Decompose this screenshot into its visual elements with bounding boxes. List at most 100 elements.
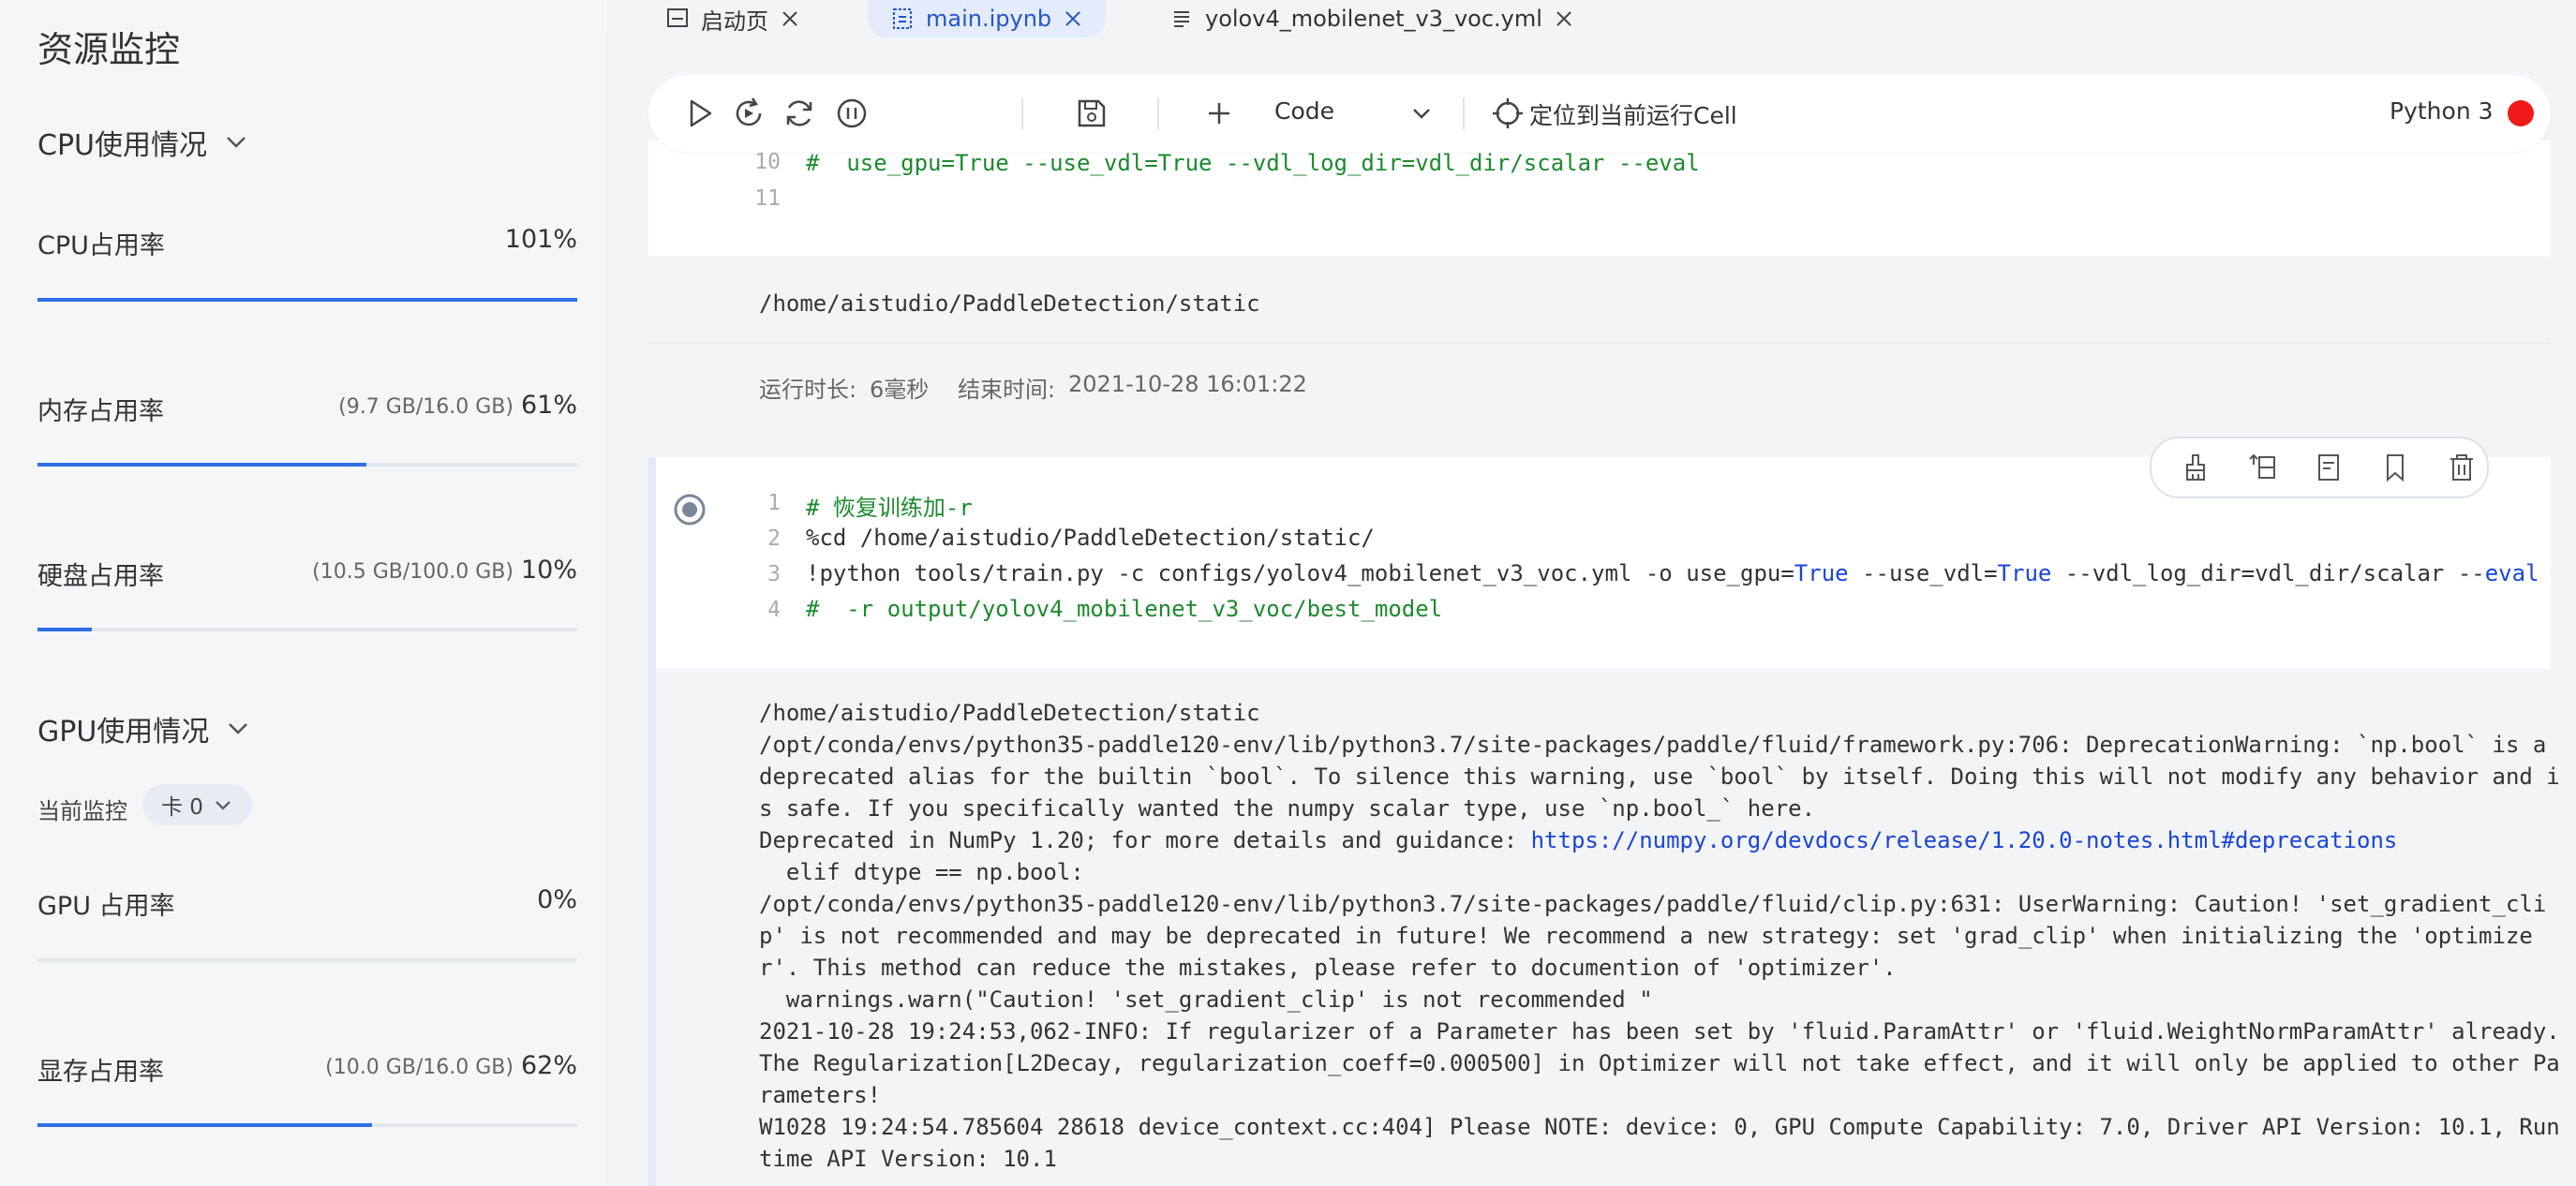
output-line: r'. This method can reduce the mistakes,… [759,955,1897,981]
code-keyword: True [1997,560,2052,586]
line-number: 3 [767,562,781,586]
current-monitor-label: 当前监控 [37,798,127,824]
output-line: W1028 19:24:54.785604 28618 device_conte… [759,1114,2560,1140]
output-line: /opt/conda/envs/python35-paddle120-env/l… [759,732,2547,758]
code-token: !python tools/train.py -c configs/yolov4… [806,560,1794,586]
metric-percent: 0% [537,885,577,914]
metric-detail: (10.5 GB/100.0 GB) [312,560,514,584]
output-text: Deprecated in NumPy 1.20; for more detai… [759,827,1531,853]
chevron-down-icon [224,715,252,743]
notebook-icon [893,8,912,29]
cpu-section-header[interactable]: CPU使用情况 [37,122,250,163]
output-line: s safe. If you specifically wanted the n… [759,795,1816,822]
chevron-down-icon [216,801,231,810]
cpu-section-label: CPU使用情况 [37,129,207,162]
tab-launcher[interactable]: 启动页 [665,0,800,37]
run-cell-icon[interactable] [680,94,720,133]
restart-run-all-icon[interactable] [729,94,768,133]
toolbar-divider [1021,97,1023,129]
line-number: 11 [754,186,781,211]
gpu-section-header[interactable]: GPU使用情况 [37,708,252,749]
resource-monitor-sidebar: 资源监控 CPU使用情况 CPU占用率 101% 内存占用率 (9.7 GB/1… [0,0,608,1186]
usage-bar-track [37,1123,577,1127]
chevron-down-icon[interactable] [1402,94,1441,133]
output-line: elif dtype == np.bool: [759,859,1084,885]
usage-bar-fill [37,628,92,631]
metric-name: GPU 占用率 [37,892,175,921]
tab-label: yolov4_mobilenet_v3_voc.yml [1205,6,1542,32]
run-status-icon[interactable] [671,491,708,528]
bookmark-icon[interactable] [2379,452,2411,483]
code-token: --vdl_log_dir=vdl_dir/scalar -- [2051,560,2485,586]
end-time-value: 2021-10-28 16:01:22 [1068,371,1307,397]
output-line: time API Version: 10.1 [759,1146,1057,1172]
interrupt-icon[interactable] [832,94,871,133]
tab-yml-file[interactable]: yolov4_mobilenet_v3_voc.yml [1169,0,1574,37]
runtime-value: 6毫秒 [870,377,930,403]
code-line: %cd /home/aistudio/PaddleDetection/stati… [806,525,1375,551]
save-icon[interactable] [1072,94,1111,133]
metric-percent: 61% [520,391,577,420]
code-line: # 恢复训练加-r [806,495,973,521]
clear-output-icon[interactable] [2180,452,2211,483]
output-line: The Regularization[L2Decay, regularizati… [759,1050,2560,1076]
code-token: --use_vdl= [1848,560,1998,586]
output-line: Deprecated in NumPy 1.20; for more detai… [759,827,2397,853]
close-icon[interactable] [1554,8,1574,29]
metric-percent: 101% [504,225,577,254]
end-time-label: 结束时间: [958,377,1056,403]
kernel-status-indicator [2508,100,2534,126]
output-line: deprecated alias for the builtin `bool`.… [759,763,2560,790]
metric-name: 显存占用率 [37,1058,164,1087]
kernel-name[interactable]: Python 3 [2390,97,2494,125]
usage-bar-track [37,958,577,962]
add-cell-icon[interactable] [1199,94,1239,133]
cell-output-text: /home/aistudio/PaddleDetection/static [759,290,1260,317]
output-line: rameters! [759,1082,882,1108]
tab-main-notebook[interactable]: main.ipynb [868,0,1107,37]
copy-cell-icon[interactable] [2313,452,2345,483]
code-keyword: True [1794,560,1849,586]
usage-bar-fill [37,1123,373,1127]
usage-bar-fill [37,463,367,467]
line-number: 10 [754,150,781,174]
restart-kernel-icon[interactable] [780,94,819,133]
gpu-section-label: GPU使用情况 [37,716,210,749]
gpu-card-value: 卡 0 [161,795,203,820]
crosshair-icon[interactable] [1488,94,1527,133]
usage-bar-track [37,298,577,302]
metric-percent: 62% [520,1051,577,1080]
metric-name: 内存占用率 [37,397,164,426]
output-line: /home/aistudio/PaddleDetection/static [759,700,1260,726]
numpy-release-notes-link[interactable]: https://numpy.org/devdocs/release/1.20.0… [1531,827,2398,853]
output-line: /opt/conda/envs/python35-paddle120-env/l… [759,891,2547,917]
output-line: 2021-10-28 19:24:53,062-INFO: If regular… [759,1018,2560,1045]
launcher-icon [667,8,688,27]
metric-detail: (10.0 GB/16.0 GB) [325,1056,514,1079]
tab-label: 启动页 [701,7,768,35]
line-number: 4 [767,598,781,622]
gpu-card-select[interactable]: 卡 0 [142,784,252,825]
close-icon[interactable] [1063,8,1083,29]
metric-name: 硬盘占用率 [37,562,164,591]
cell-action-toolbar [2150,437,2489,498]
sidebar-title: 资源监控 [37,29,181,70]
text-file-icon [1174,11,1189,27]
close-icon[interactable] [780,8,800,29]
active-cell-indicator [648,457,656,1186]
output-line: p' is not recommended and may be depreca… [759,923,2533,949]
tab-label: main.ipynb [926,6,1052,32]
move-up-icon[interactable] [2246,452,2278,483]
code-line: # -r output/yolov4_mobilenet_v3_voc/best… [806,596,1443,622]
metric-percent: 10% [520,556,577,585]
delete-icon[interactable] [2446,452,2478,483]
runtime-label: 运行时长: [759,377,857,403]
metric-name: CPU占用率 [37,231,165,260]
locate-running-cell-button[interactable]: 定位到当前运行Cell [1529,97,1737,131]
usage-bar-track [37,628,577,631]
code-keyword: eval [2484,560,2539,586]
toolbar-divider [1463,97,1465,129]
cell-type-select[interactable]: Code [1274,97,1334,125]
code-line: # use_gpu=True --use_vdl=True --vdl_log_… [806,150,1700,176]
toolbar-divider [1157,97,1159,129]
